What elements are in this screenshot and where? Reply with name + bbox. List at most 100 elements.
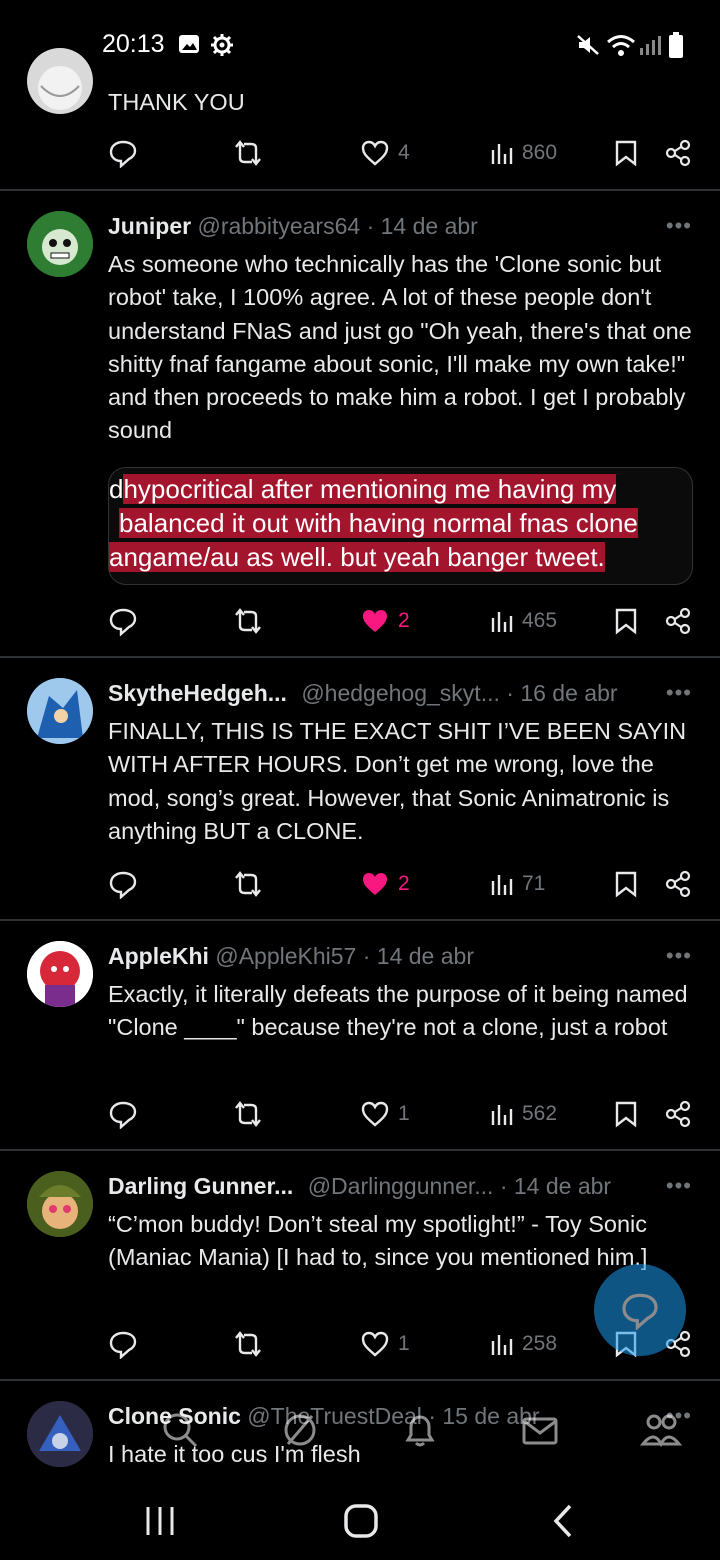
views-chart-icon <box>491 1335 513 1355</box>
tweet-text: THANK YOU <box>108 89 245 115</box>
retweet-button[interactable] <box>232 866 264 902</box>
bookmark-button[interactable] <box>614 135 638 171</box>
tweet-header: SkytheHedgeh... @hedgehog_skyt... · 16 d… <box>108 680 690 712</box>
reply-icon <box>109 1331 137 1359</box>
like-count: 2 <box>398 872 410 895</box>
tweet-header: Juniper @rabbityears64 · 14 de abr <box>108 213 690 245</box>
username[interactable]: @rabbityears64 <box>197 213 360 239</box>
bookmark-icon <box>615 608 637 635</box>
retweet-button[interactable] <box>232 135 264 171</box>
bookmark-button[interactable] <box>614 1096 638 1132</box>
back-icon[interactable] <box>550 1502 576 1540</box>
separator: · <box>506 680 514 706</box>
like-button[interactable]: 4 <box>360 135 410 171</box>
timestamp[interactable]: 16 de abr <box>520 680 617 706</box>
reply-icon <box>622 1293 658 1330</box>
display-name[interactable]: Darling Gunner... <box>108 1173 293 1199</box>
status-bar: 20:13 <box>0 0 720 76</box>
reply-button[interactable] <box>108 603 138 639</box>
battery-icon <box>669 32 683 58</box>
retweet-icon <box>235 1101 261 1127</box>
grok-icon[interactable] <box>280 1410 320 1450</box>
share-button[interactable] <box>664 1096 692 1132</box>
retweet-button[interactable] <box>232 1326 264 1362</box>
retweet-icon <box>235 608 261 634</box>
like-button[interactable]: 1 <box>360 1326 410 1362</box>
share-icon <box>665 870 691 898</box>
views-button[interactable]: 860 <box>490 135 557 171</box>
views-button[interactable]: 258 <box>490 1326 557 1362</box>
reply-button[interactable] <box>108 1326 138 1362</box>
bookmark-icon <box>615 140 637 167</box>
retweet-button[interactable] <box>232 1096 264 1132</box>
display-name[interactable]: Juniper <box>108 213 191 239</box>
home-icon[interactable] <box>342 1502 380 1540</box>
timestamp[interactable]: 14 de abr <box>514 1173 611 1199</box>
avatar[interactable] <box>27 211 93 277</box>
views-button[interactable]: 465 <box>490 603 557 639</box>
tweet-text: Exactly, it literally defeats the purpos… <box>108 981 688 1041</box>
views-button[interactable]: 562 <box>490 1096 557 1132</box>
more-options-button[interactable]: ••• <box>666 943 692 969</box>
username[interactable]: @Darlinggunner... <box>308 1173 494 1199</box>
notifications-bell-icon[interactable] <box>400 1410 440 1450</box>
view-count: 71 <box>522 872 546 895</box>
separator: · <box>366 213 375 239</box>
more-options-button[interactable]: ••• <box>666 1173 692 1199</box>
messages-envelope-icon[interactable] <box>520 1410 560 1450</box>
reply-button[interactable] <box>108 135 138 171</box>
avatar[interactable] <box>27 678 93 744</box>
avatar[interactable] <box>27 48 93 114</box>
share-button[interactable] <box>664 603 692 639</box>
reply-button[interactable] <box>108 866 138 902</box>
like-button[interactable]: 2 <box>360 866 410 902</box>
display-name[interactable]: SkytheHedgeh... <box>108 680 287 706</box>
bookmark-icon <box>615 1101 637 1128</box>
signal-icon <box>640 36 661 55</box>
tweet-header: AppleKhi @AppleKhi57 · 14 de abr <box>108 943 690 975</box>
tweet[interactable]: SkytheHedgeh... @hedgehog_skyt... · 16 d… <box>0 658 720 920</box>
tweet-header: Darling Gunner... @Darlinggunner... · 14… <box>108 1173 690 1205</box>
timestamp[interactable]: 14 de abr <box>377 943 474 969</box>
views-chart-icon <box>491 875 513 895</box>
view-count: 562 <box>522 1102 558 1125</box>
media-text-highlight: balanced it out with having normal fnas … <box>119 508 638 538</box>
communities-icon[interactable] <box>640 1410 682 1450</box>
retweet-button[interactable] <box>232 603 264 639</box>
gallery-icon <box>179 35 199 53</box>
bookmark-button[interactable] <box>614 866 638 902</box>
compose-reply-button[interactable] <box>594 1264 686 1356</box>
tweet[interactable]: THANK YOU 4 860 <box>0 48 720 191</box>
display-name[interactable]: AppleKhi <box>108 943 209 969</box>
like-count: 2 <box>398 609 410 632</box>
share-button[interactable] <box>664 866 692 902</box>
more-options-button[interactable]: ••• <box>666 213 692 239</box>
username[interactable]: @hedgehog_skyt... <box>301 680 500 706</box>
timestamp[interactable]: 14 de abr <box>381 213 478 239</box>
views-chart-icon <box>491 612 513 632</box>
tweet[interactable]: Juniper @rabbityears64 · 14 de abr ••• A… <box>0 191 720 657</box>
avatar[interactable] <box>27 941 93 1007</box>
bookmark-icon <box>615 871 637 898</box>
recent-apps-icon[interactable] <box>144 1504 176 1538</box>
heart-outline-icon <box>361 140 389 166</box>
media-text-line: angame/au as well. but yeah banger tweet… <box>109 540 605 574</box>
avatar[interactable] <box>27 1171 93 1237</box>
like-count: 4 <box>398 141 410 164</box>
share-icon <box>665 607 691 635</box>
share-button[interactable] <box>664 135 692 171</box>
retweet-icon <box>235 871 261 897</box>
tweet[interactable]: AppleKhi @AppleKhi57 · 14 de abr ••• Exa… <box>0 921 720 1149</box>
view-count: 465 <box>522 609 558 632</box>
like-button[interactable]: 1 <box>360 1096 410 1132</box>
tweet-media-image[interactable]: dhypocritical after mentioning me having… <box>108 467 693 585</box>
search-icon[interactable] <box>160 1410 200 1450</box>
reply-button[interactable] <box>108 1096 138 1132</box>
reply-icon <box>109 1101 137 1129</box>
views-button[interactable]: 71 <box>490 866 545 902</box>
more-options-button[interactable]: ••• <box>666 680 692 706</box>
bookmark-button[interactable] <box>614 603 638 639</box>
like-button[interactable]: 2 <box>360 603 410 639</box>
wifi-icon <box>607 35 635 56</box>
username[interactable]: @AppleKhi57 <box>215 943 356 969</box>
